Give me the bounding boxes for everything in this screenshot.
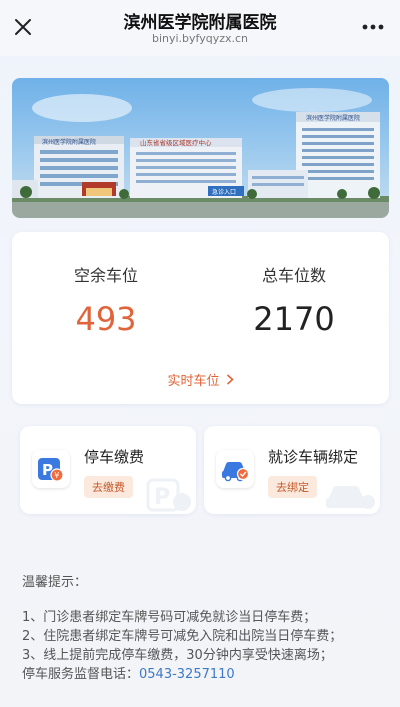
- available-spaces-value: 493: [75, 300, 137, 338]
- car-watermark-icon: [326, 486, 375, 509]
- hospital-banner: 滨州医学院附属医院 山东省省级区域医疗中心 急诊入口 滨州医学院附属医院: [12, 78, 389, 218]
- chevron-right-icon: [226, 374, 234, 389]
- tip-item-3: 3、线上提前完成停车缴费，30分钟内享受快速离场；: [22, 648, 333, 663]
- bind-button[interactable]: 去绑定: [268, 476, 317, 498]
- vehicle-binding-title: 就诊车辆绑定: [268, 448, 359, 466]
- tips-section: 温馨提示： 1、门诊患者绑定车牌号码可减免就诊当日停车费； 2、住院患者绑定车牌…: [22, 573, 382, 684]
- tip-item-2: 2、住院患者绑定车牌号可减免入院和出院当日停车费；: [22, 629, 343, 644]
- parking-stats-card: 空余车位 493 总车位数 2170 实时车位: [12, 232, 389, 404]
- car-binding-icon: [216, 450, 254, 488]
- close-button[interactable]: [8, 12, 38, 42]
- parking-payment-card[interactable]: P ¥ 停车缴费 去缴费 P: [20, 426, 196, 514]
- parking-watermark-icon: P: [146, 478, 191, 512]
- available-spaces: 空余车位 493: [12, 262, 200, 338]
- parking-payment-icon: P ¥: [32, 450, 70, 488]
- more-button[interactable]: [358, 12, 388, 42]
- page-domain: binyi.byfyqyzx.cn: [151, 32, 249, 45]
- service-phone-label: 停车服务监督电话：: [22, 667, 140, 682]
- close-icon: [15, 19, 31, 35]
- available-spaces-label: 空余车位: [73, 266, 138, 285]
- more-dots-icon: [362, 24, 384, 30]
- svg-text:P: P: [154, 485, 170, 510]
- vehicle-binding-card[interactable]: 就诊车辆绑定 去绑定: [204, 426, 380, 514]
- banner-sign-right: 滨州医学院附属医院: [306, 114, 360, 122]
- total-spaces-value: 2170: [253, 300, 335, 338]
- pay-button[interactable]: 去缴费: [84, 476, 133, 498]
- top-bar: 滨州医学院附属医院 binyi.byfyqyzx.cn: [0, 0, 400, 56]
- banner-sign-center: 山东省省级区域医疗中心: [140, 138, 212, 147]
- page-title: 滨州医学院附属医院: [123, 13, 277, 33]
- svg-text:¥: ¥: [54, 471, 59, 480]
- realtime-spaces-label: 实时车位: [167, 374, 220, 389]
- tip-item-1: 1、门诊患者绑定车牌号码可减免就诊当日停车费；: [22, 610, 317, 625]
- realtime-spaces-link[interactable]: 实时车位: [12, 370, 389, 389]
- total-spaces: 总车位数 2170: [200, 262, 388, 338]
- service-phone-link[interactable]: 0543-3257110: [139, 667, 235, 682]
- service-phone-line: 停车服务监督电话：0543-3257110: [22, 665, 382, 684]
- banner-sign-left: 滨州医学院附属医院: [42, 138, 96, 146]
- banner-sign-door: 急诊入口: [212, 188, 236, 196]
- hospital-buildings-image: 滨州医学院附属医院 山东省省级区域医疗中心 急诊入口 滨州医学院附属医院: [12, 88, 389, 218]
- tips-title: 温馨提示：: [22, 575, 88, 590]
- parking-payment-title: 停车缴费: [84, 448, 145, 466]
- total-spaces-label: 总车位数: [261, 266, 326, 285]
